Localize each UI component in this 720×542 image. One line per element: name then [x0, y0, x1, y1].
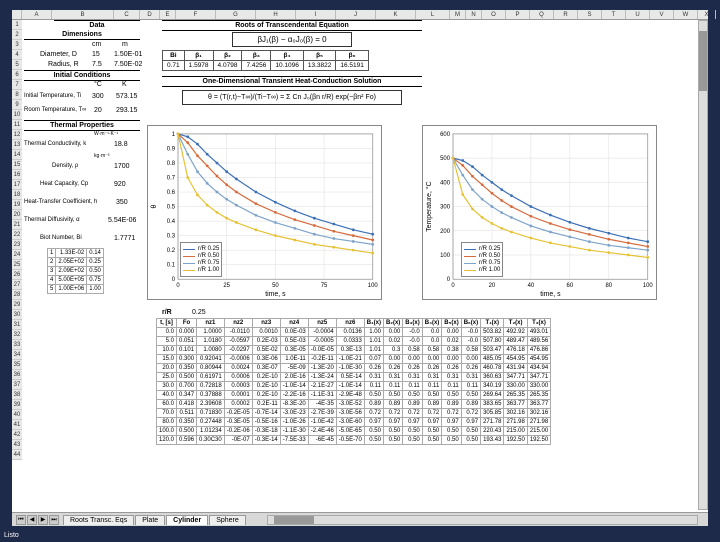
- h-val[interactable]: 350: [116, 198, 128, 207]
- Tinf-C[interactable]: 20: [94, 106, 102, 115]
- solution-equation: θ = (T(r,t)−T∞)/(Ti−T∞) = Σ Cn J₀(βn r/R…: [182, 90, 402, 105]
- vertical-scrollbar[interactable]: [698, 20, 708, 510]
- Ti-K: 573.15: [116, 92, 137, 101]
- row-headers[interactable]: 1234567891011121314151617181920212223242…: [12, 20, 22, 460]
- diameter-cm[interactable]: 15: [92, 50, 100, 59]
- svg-text:1: 1: [172, 132, 175, 138]
- svg-text:0.8: 0.8: [167, 161, 176, 167]
- alpha-val: 5.54E-06: [108, 216, 136, 225]
- column-headers[interactable]: A B C D E F G H I J K L M N O P Q R S T …: [12, 10, 708, 20]
- svg-text:0: 0: [176, 283, 180, 289]
- svg-text:Temperature, °C: Temperature, °C: [425, 181, 433, 231]
- chart-temperature[interactable]: 0 20 40 60 80 100 0 100 200 300 400 500 600 time, s Te…: [422, 125, 657, 300]
- roots-header: Roots of Transcendental Equation: [162, 20, 422, 31]
- Tinf-K: 293.15: [116, 106, 137, 115]
- svg-text:40: 40: [528, 283, 535, 289]
- roots-equation: βJ₁(β) − α₀J₀(β) = 0: [232, 32, 352, 47]
- svg-text:100: 100: [368, 283, 379, 289]
- svg-text:time, s: time, s: [265, 291, 286, 298]
- svg-text:0: 0: [451, 283, 455, 289]
- svg-text:0.1: 0.1: [167, 263, 175, 269]
- svg-text:0: 0: [447, 277, 451, 283]
- svg-text:200: 200: [440, 229, 451, 235]
- Bi-val: 1.7771: [114, 234, 135, 243]
- radius-cm[interactable]: 7.5: [92, 60, 102, 69]
- chart-theta[interactable]: 0 25 50 75 100 0 0.1 0.2 0.3 0.4 0.5 0.6 0.7 0.8 0.9 1 t…: [147, 125, 382, 300]
- tab-nav-buttons[interactable]: ⏮ ◀ ▶ ⏭: [12, 515, 63, 525]
- svg-text:50: 50: [272, 283, 279, 289]
- svg-text:0.9: 0.9: [167, 146, 176, 152]
- svg-text:20: 20: [489, 283, 496, 289]
- chart-theta-legend: r/R 0.25r/R 0.50r/R 0.75r/R 1.00: [180, 242, 222, 277]
- svg-text:0.4: 0.4: [167, 219, 176, 225]
- status-bar: Listo: [0, 530, 720, 542]
- svg-text:0.6: 0.6: [167, 190, 176, 196]
- tab-first-icon[interactable]: ⏮: [16, 515, 26, 525]
- rho-val[interactable]: 1700: [114, 162, 130, 171]
- svg-text:0.7: 0.7: [167, 175, 175, 181]
- cp-val[interactable]: 920: [114, 180, 126, 189]
- tab-plate[interactable]: Plate: [135, 515, 165, 525]
- svg-text:300: 300: [440, 205, 451, 211]
- radius-m: 7.50E-02: [114, 60, 142, 69]
- dimensions-header: Dimensions: [24, 30, 140, 40]
- tab-roots[interactable]: Roots Transc. Eqs: [63, 515, 134, 525]
- svg-text:500: 500: [440, 156, 451, 162]
- svg-text:θ: θ: [151, 204, 158, 208]
- svg-text:time, s: time, s: [540, 291, 561, 298]
- unit-cm: cm: [92, 40, 101, 49]
- svg-text:60: 60: [567, 283, 574, 289]
- unit-K: K: [122, 80, 127, 89]
- sheet-tabs: ⏮ ◀ ▶ ⏭ Roots Transc. Eqs Plate Cylinder…: [12, 512, 708, 526]
- tab-last-icon[interactable]: ⏭: [49, 515, 59, 525]
- tab-cylinder[interactable]: Cylinder: [166, 515, 208, 525]
- spreadsheet: A B C D E F G H I J K L M N O P Q R S T …: [12, 10, 708, 526]
- Tinf-label: Room Temperature, T∞: [24, 106, 86, 115]
- rho-unit: kg·m⁻³: [94, 152, 109, 161]
- svg-text:0: 0: [172, 277, 176, 283]
- svg-text:0.3: 0.3: [167, 234, 176, 240]
- svg-text:100: 100: [643, 283, 654, 289]
- Ti-label: Initial Temperature, Ti: [24, 92, 81, 101]
- svg-text:80: 80: [606, 283, 613, 289]
- svg-text:0.5: 0.5: [167, 205, 176, 211]
- unit-m: m: [122, 40, 128, 49]
- svg-text:25: 25: [223, 283, 230, 289]
- slide: A B C D E F G H I J K L M N O P Q R S T …: [0, 0, 720, 540]
- k-val[interactable]: 18.8: [114, 140, 128, 149]
- svg-text:400: 400: [440, 180, 451, 186]
- Ti-C[interactable]: 300: [92, 92, 104, 101]
- diameter-label: Diameter, D: [40, 50, 77, 59]
- h-label: Heat-Transfer Coefficient, h: [24, 198, 97, 207]
- solution-table[interactable]: t, [s]Fonz1nz2nz3nz4nz5nz6B₁(x)B₂(x)B₃(x…: [156, 318, 551, 445]
- svg-text:75: 75: [321, 283, 328, 289]
- rR-value[interactable]: 0.25: [192, 308, 206, 317]
- chart-temp-legend: r/R 0.25r/R 0.50r/R 0.75r/R 1.00: [461, 242, 503, 277]
- unit-C: °C: [94, 80, 102, 89]
- tab-prev-icon[interactable]: ◀: [27, 515, 37, 525]
- Bi-label: Biot Number, Bi: [40, 234, 82, 243]
- rho-label: Density, ρ: [52, 162, 78, 171]
- horizontal-scrollbar[interactable]: [267, 515, 698, 525]
- diameter-m: 1.50E-01: [114, 50, 142, 59]
- k-unit: W·m⁻¹·K⁻¹: [94, 130, 118, 139]
- tab-sphere[interactable]: Sphere: [209, 515, 246, 525]
- cp-label: Heat Capacity, Cp: [40, 180, 88, 189]
- lambda-table: 11.33E-020.1422.05E+020.2532.09E+020.504…: [47, 248, 104, 294]
- k-label: Thermal Conductivity, k: [24, 140, 86, 149]
- solution-header: One-Dimensional Transient Heat-Conductio…: [162, 76, 422, 87]
- radius-label: Radius, R: [48, 60, 79, 69]
- roots-table: Bi β₁ β₂ β₃ β₄ β₅ β₆ 0.71 1.5978 4.0798 …: [162, 50, 369, 71]
- tab-next-icon[interactable]: ▶: [38, 515, 48, 525]
- rR-label: r/R: [162, 308, 172, 317]
- svg-text:600: 600: [440, 132, 451, 138]
- alpha-label: Thermal Diffusivity, α: [24, 216, 80, 225]
- svg-text:0.2: 0.2: [167, 248, 175, 254]
- thermal-props-header: Thermal Properties: [24, 120, 140, 131]
- svg-text:100: 100: [440, 253, 451, 259]
- grid-content[interactable]: Data Dimensions cm m Diameter, D 15 1.50…: [22, 20, 708, 510]
